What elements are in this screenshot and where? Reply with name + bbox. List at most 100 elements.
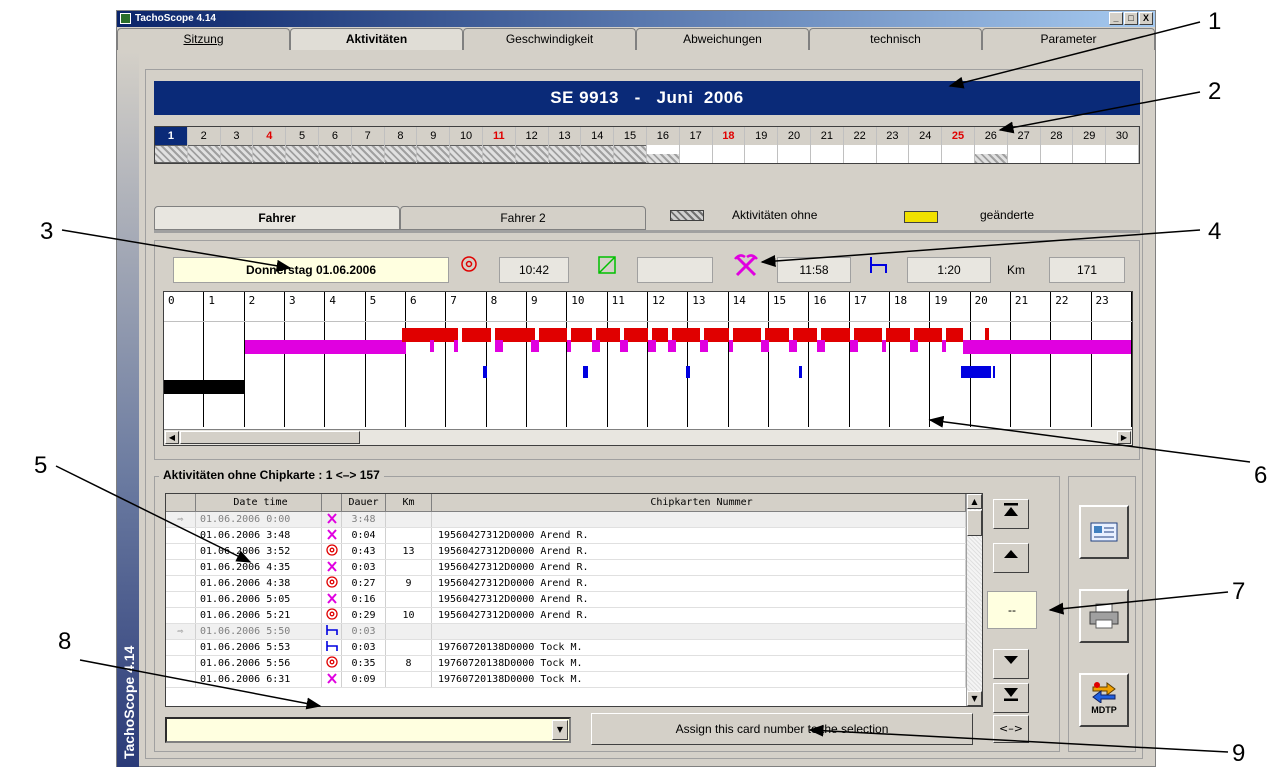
tab-fahrer-2[interactable]: Fahrer 2 bbox=[400, 206, 646, 230]
print-button[interactable] bbox=[1079, 589, 1129, 643]
tab-fahrer[interactable]: Fahrer bbox=[154, 206, 400, 230]
table-row[interactable]: 01.06.2006 4:35 0:03 19560427312D0000 Aren… bbox=[166, 560, 966, 576]
scroll-right-arrow-icon[interactable]: ▶ bbox=[1117, 431, 1131, 444]
table-row[interactable]: ⇨ 01.06.2006 0:00 3:48 bbox=[166, 512, 966, 528]
header-datetime[interactable]: Date time bbox=[196, 494, 322, 511]
row-km bbox=[386, 592, 432, 607]
table-scroll-thumb[interactable] bbox=[967, 510, 982, 536]
row-km bbox=[386, 672, 432, 687]
scroll-thumb[interactable] bbox=[180, 431, 360, 444]
day-cell[interactable]: 16 bbox=[646, 127, 680, 163]
action-buttons-panel: MDTP bbox=[1068, 476, 1136, 752]
day-activity-bar bbox=[417, 145, 450, 163]
day-number: 28 bbox=[1040, 127, 1073, 145]
scroll-left-arrow-icon[interactable]: ◀ bbox=[165, 431, 179, 444]
header-dauer[interactable]: Dauer bbox=[342, 494, 386, 511]
combobox-dropdown-arrow-icon[interactable]: ▼ bbox=[552, 720, 568, 740]
previous-record-button[interactable] bbox=[993, 543, 1029, 573]
day-cell[interactable]: 19 bbox=[745, 127, 779, 163]
day-cell[interactable]: 18 bbox=[712, 127, 746, 163]
day-cell[interactable]: 10 bbox=[450, 127, 483, 163]
day-cell[interactable]: 4 bbox=[253, 127, 287, 163]
tab-geschwindigkeit[interactable]: Geschwindigkeit bbox=[463, 28, 636, 50]
day-cell[interactable]: 15 bbox=[614, 127, 647, 163]
tab-sitzung[interactable]: Sitzung bbox=[117, 28, 290, 50]
row-card-number: 19560427312D0000 Arend R. bbox=[432, 528, 966, 543]
mdtp-export-button[interactable]: MDTP bbox=[1079, 673, 1129, 727]
day-cell[interactable]: 22 bbox=[843, 127, 877, 163]
timeline-drive-bar bbox=[853, 328, 882, 342]
row-marker-arrow-icon bbox=[166, 544, 196, 559]
day-cell[interactable]: 26 bbox=[974, 127, 1008, 163]
tab-parameter[interactable]: Parameter bbox=[982, 28, 1155, 50]
day-cell[interactable]: 12 bbox=[515, 127, 549, 163]
timeline-work-bar bbox=[700, 340, 709, 352]
minimize-button[interactable]: _ bbox=[1109, 12, 1123, 25]
day-cell[interactable]: 14 bbox=[581, 127, 615, 163]
header-card-number[interactable]: Chipkarten Nummer bbox=[432, 494, 966, 511]
day-cell[interactable]: 1 bbox=[155, 127, 188, 163]
day-cell[interactable]: 25 bbox=[942, 127, 975, 163]
hour-label: 20 bbox=[971, 292, 1011, 321]
row-marker-arrow-icon bbox=[166, 672, 196, 687]
day-cell[interactable]: 28 bbox=[1040, 127, 1074, 163]
day-cell[interactable]: 21 bbox=[810, 127, 844, 163]
timeline-work-bar bbox=[881, 340, 886, 352]
day-cell[interactable]: 8 bbox=[384, 127, 418, 163]
day-cell[interactable]: 20 bbox=[778, 127, 811, 163]
rest-time: 1:20 bbox=[907, 257, 991, 283]
day-cell[interactable]: 29 bbox=[1073, 127, 1107, 163]
table-row[interactable]: 01.06.2006 3:48 0:04 19560427312D0000 Aren… bbox=[166, 528, 966, 544]
driver-tab-bar: Fahrer Fahrer 2 Aktivitäten ohne geänder… bbox=[154, 206, 1140, 232]
tab-aktivitaeten[interactable]: Aktivitäten bbox=[290, 28, 463, 50]
maximize-button[interactable]: □ bbox=[1124, 12, 1138, 25]
rest-activity-icon bbox=[322, 640, 342, 655]
scroll-down-arrow-icon[interactable]: ▼ bbox=[967, 691, 982, 706]
card-number-combobox[interactable]: ▼ bbox=[165, 717, 571, 743]
timeline-work-bar bbox=[760, 340, 769, 352]
table-row[interactable]: 01.06.2006 5:53 0:03 19760720138D0000 Tock… bbox=[166, 640, 966, 656]
assign-card-button[interactable]: Assign this card number to the selection bbox=[591, 713, 973, 745]
day-cell[interactable]: 6 bbox=[318, 127, 352, 163]
hour-label: 8 bbox=[487, 292, 527, 321]
table-row[interactable]: 01.06.2006 4:38 0:27 9 19560427312D0000 Are… bbox=[166, 576, 966, 592]
day-cell[interactable]: 24 bbox=[909, 127, 943, 163]
day-cell[interactable]: 23 bbox=[876, 127, 910, 163]
tab-abweichungen[interactable]: Abweichungen bbox=[636, 28, 809, 50]
row-dauer: 0:03 bbox=[342, 624, 386, 639]
timeline-scrollbar[interactable]: ◀ ▶ bbox=[164, 429, 1132, 445]
table-row[interactable]: 01.06.2006 5:05 0:16 19560427312D0000 Aren… bbox=[166, 592, 966, 608]
hour-label: 1 bbox=[204, 292, 245, 321]
table-row[interactable]: ⇨ 01.06.2006 5:50 0:03 bbox=[166, 624, 966, 640]
row-km: 13 bbox=[386, 544, 432, 559]
day-number: 23 bbox=[876, 127, 909, 145]
first-record-button[interactable] bbox=[993, 499, 1029, 529]
timeline-work-bar bbox=[849, 340, 858, 352]
table-row[interactable]: 01.06.2006 6:31 0:09 19760720138D0000 Tock… bbox=[166, 672, 966, 688]
day-cell[interactable]: 3 bbox=[220, 127, 254, 163]
day-cell[interactable]: 5 bbox=[286, 127, 319, 163]
day-cell[interactable]: 2 bbox=[187, 127, 221, 163]
day-cell[interactable]: 17 bbox=[679, 127, 713, 163]
next-record-button[interactable] bbox=[993, 649, 1029, 679]
day-cell[interactable]: 11 bbox=[482, 127, 516, 163]
close-button[interactable]: X bbox=[1139, 12, 1153, 25]
last-record-button[interactable] bbox=[993, 683, 1029, 713]
day-number: 2 bbox=[187, 127, 220, 145]
swap-button[interactable]: <–> bbox=[993, 715, 1029, 743]
table-row[interactable]: 01.06.2006 5:21 0:29 10 19560427312D0000 Ar… bbox=[166, 608, 966, 624]
header-km[interactable]: Km bbox=[386, 494, 432, 511]
table-row[interactable]: 01.06.2006 5:56 0:35 8 19760720138D0000 Toc… bbox=[166, 656, 966, 672]
callout-6: 6 bbox=[1254, 462, 1268, 489]
day-cell[interactable]: 13 bbox=[548, 127, 582, 163]
work-activity-icon bbox=[322, 512, 342, 527]
day-cell[interactable]: 30 bbox=[1106, 127, 1139, 163]
table-row[interactable]: 01.06.2006 3:52 0:43 13 19560427312D0000 Ar… bbox=[166, 544, 966, 560]
day-cell[interactable]: 7 bbox=[351, 127, 385, 163]
tab-technisch[interactable]: technisch bbox=[809, 28, 982, 50]
day-cell[interactable]: 9 bbox=[417, 127, 451, 163]
card-reader-button[interactable] bbox=[1079, 505, 1129, 559]
scroll-up-arrow-icon[interactable]: ▲ bbox=[967, 494, 982, 509]
table-scrollbar[interactable]: ▲ ▼ bbox=[966, 494, 982, 706]
day-cell[interactable]: 27 bbox=[1007, 127, 1041, 163]
